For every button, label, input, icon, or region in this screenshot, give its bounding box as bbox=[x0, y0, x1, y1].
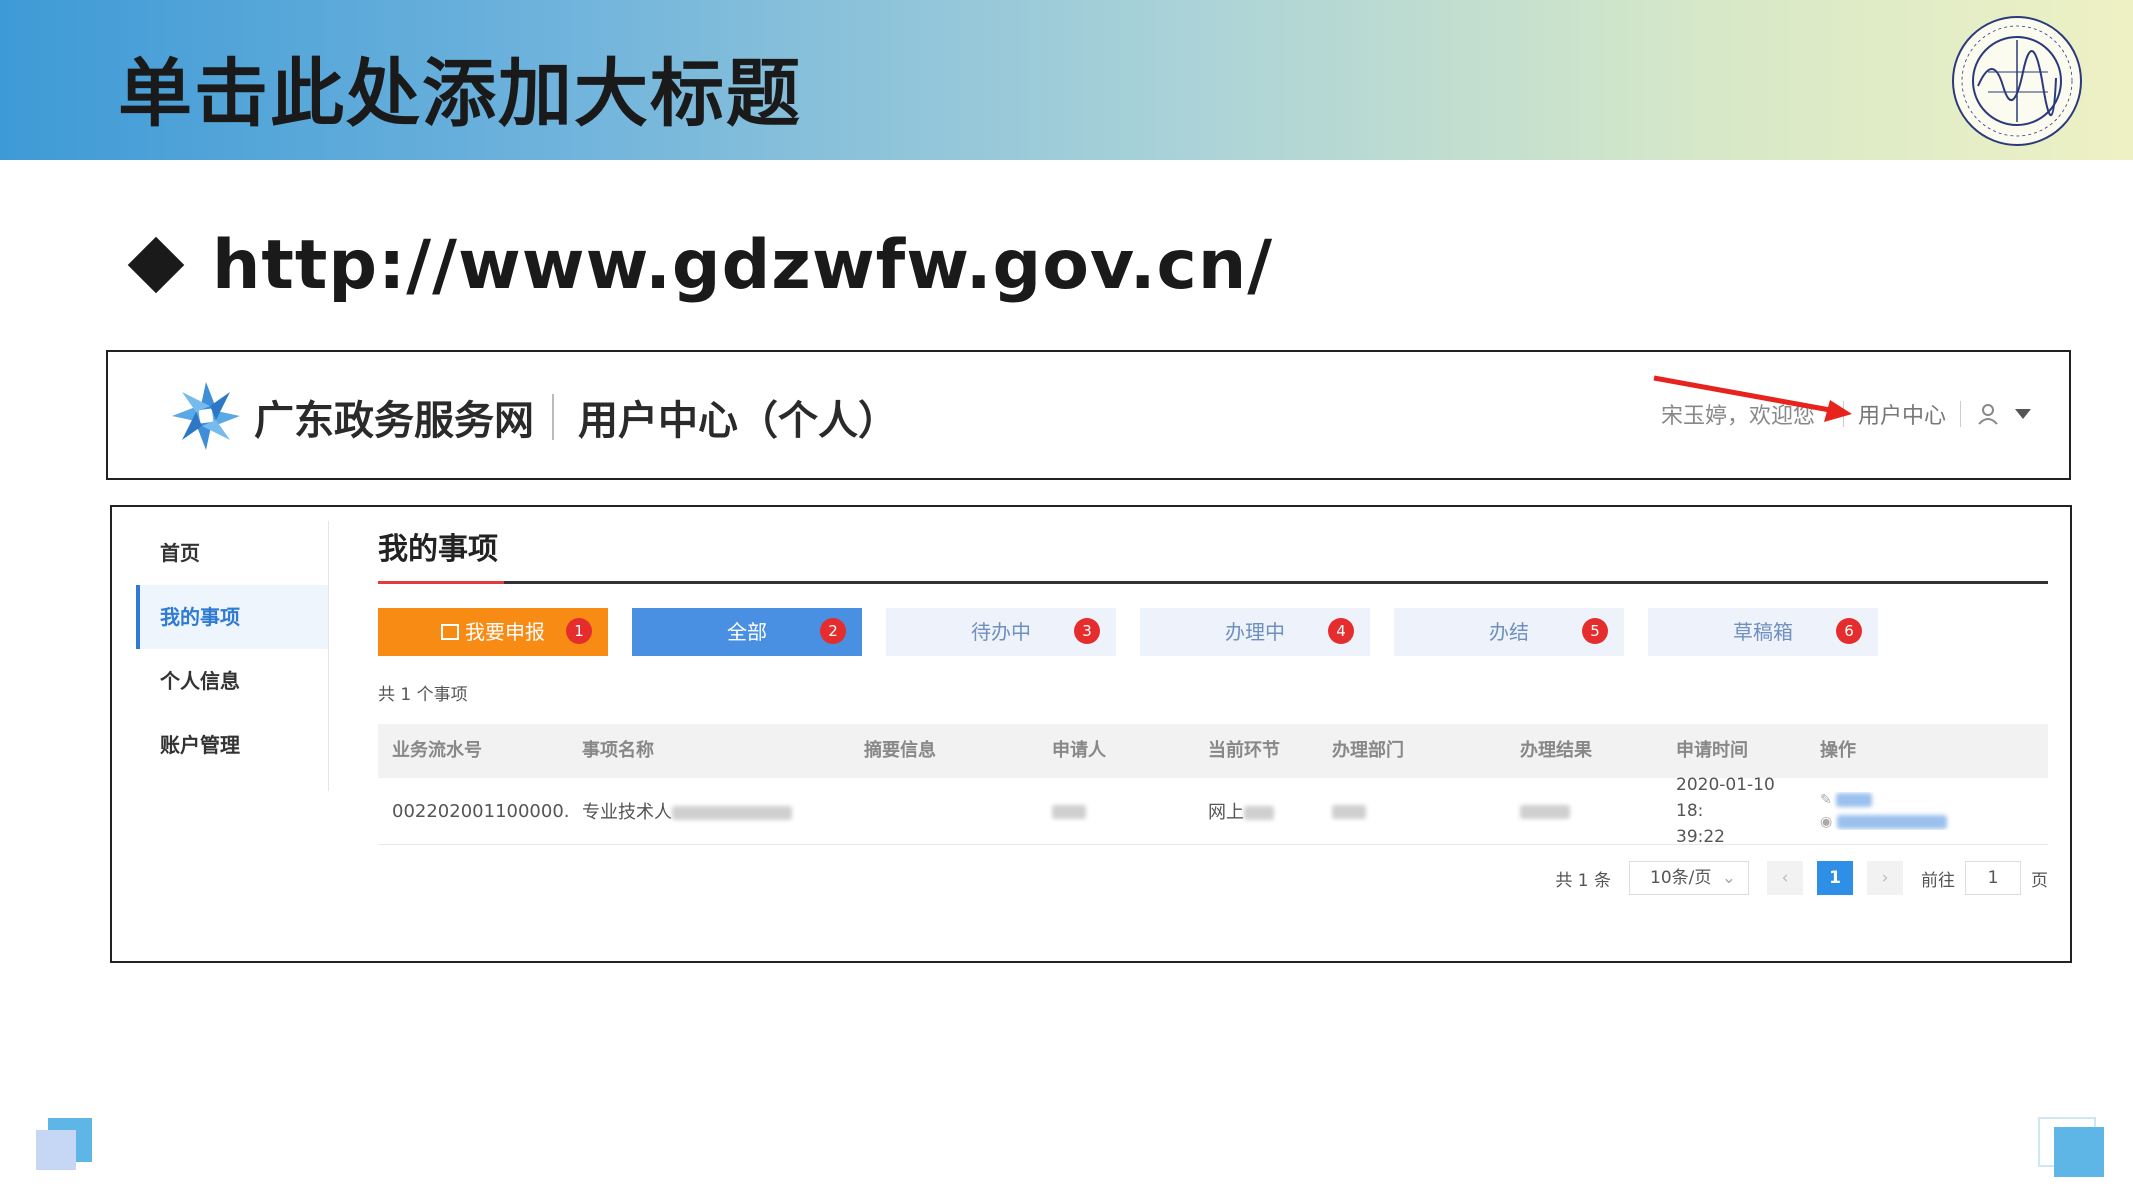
redacted-text bbox=[1520, 804, 1570, 819]
chevron-down-icon: ⌄ bbox=[1721, 868, 1736, 888]
tab-label: 我要申报 bbox=[465, 620, 545, 644]
page-size-value: 10条/页 bbox=[1650, 868, 1712, 888]
briefcase-icon bbox=[441, 624, 459, 640]
column-header: 当前环节 bbox=[1208, 740, 1280, 761]
tab-label: 办结 bbox=[1489, 620, 1529, 644]
redacted-text bbox=[1332, 804, 1366, 819]
goto-label: 前往 bbox=[1921, 870, 1955, 891]
pinwheel-logo-icon bbox=[172, 382, 240, 450]
table-header: 业务流水号 事项名称 摘要信息 申请人 当前环节 办理部门 办理结果 申请时间 … bbox=[378, 724, 2048, 778]
tab-label: 待办中 bbox=[971, 620, 1031, 644]
tab-drafts[interactable]: 草稿箱 6 bbox=[1648, 608, 1878, 656]
divider bbox=[1960, 401, 1961, 427]
decor-square bbox=[36, 1130, 76, 1170]
column-header: 摘要信息 bbox=[864, 740, 936, 761]
tab-pending[interactable]: 待办中 3 bbox=[886, 608, 1116, 656]
column-header: 事项名称 bbox=[582, 740, 654, 761]
sidebar-item-home[interactable]: 首页 bbox=[136, 521, 328, 585]
actions-cell: ✎ ◉ bbox=[1806, 792, 2048, 830]
apply-time-cell: 2020-01-10 18: 39:22 bbox=[1662, 772, 1806, 850]
column-header: 申请时间 bbox=[1676, 740, 1748, 761]
url-text[interactable]: http://www.gdzwfw.gov.cn/ bbox=[212, 226, 1273, 305]
edit-action[interactable]: ✎ bbox=[1820, 792, 2048, 808]
chevron-down-icon[interactable] bbox=[2015, 409, 2031, 419]
current-step-text: 网上 bbox=[1208, 802, 1244, 823]
site-subtitle: 用户中心（个人） bbox=[578, 398, 898, 444]
column-header: 申请人 bbox=[1052, 740, 1106, 761]
title-underline bbox=[378, 581, 2048, 584]
slide-title[interactable]: 单击此处添加大标题 bbox=[118, 34, 802, 141]
page-title: 我的事项 bbox=[378, 532, 498, 567]
decor-square bbox=[2054, 1127, 2104, 1177]
red-arrow-annotation bbox=[1653, 375, 1852, 422]
diamond-bullet-icon bbox=[127, 236, 185, 294]
column-header: 办理结果 bbox=[1520, 740, 1592, 761]
tab-label: 办理中 bbox=[1225, 620, 1285, 644]
tab-bar: 我要申报 1 全部 2 待办中 3 办理中 4 办结 5 草稿箱 6 bbox=[378, 608, 2048, 656]
association-seal-logo bbox=[1952, 16, 2082, 146]
column-header: 操作 bbox=[1820, 740, 1856, 761]
redacted-text bbox=[1244, 806, 1274, 820]
content-area: 我的事项 我要申报 1 全部 2 待办中 3 办理中 4 办结 5 草稿箱 6 … bbox=[378, 525, 2048, 895]
tab-completed[interactable]: 办结 5 bbox=[1394, 608, 1624, 656]
pencil-icon: ✎ bbox=[1820, 792, 1832, 808]
apply-clock: 39:22 bbox=[1676, 827, 1725, 847]
redacted-link bbox=[1836, 815, 1947, 829]
tab-apply[interactable]: 我要申报 1 bbox=[378, 608, 608, 656]
tab-badge: 1 bbox=[566, 618, 592, 644]
sidebar: 首页 我的事项 个人信息 账户管理 bbox=[136, 521, 329, 791]
tab-label: 全部 bbox=[727, 620, 767, 644]
item-name-text: 专业技术人 bbox=[582, 802, 672, 823]
header-divider bbox=[552, 394, 554, 440]
tab-badge: 6 bbox=[1836, 618, 1862, 644]
site-name[interactable]: 广东政务服务网 bbox=[254, 388, 534, 446]
slide-header: 单击此处添加大标题 bbox=[0, 0, 2133, 160]
tab-label: 草稿箱 bbox=[1733, 620, 1793, 644]
next-page-button[interactable]: › bbox=[1867, 861, 1903, 895]
tab-processing[interactable]: 办理中 4 bbox=[1140, 608, 1370, 656]
item-name: 专业技术人 bbox=[568, 798, 850, 824]
apply-date: 2020-01-10 18: bbox=[1676, 775, 1775, 821]
page-size-select[interactable]: 10条/页 ⌄ bbox=[1629, 861, 1749, 895]
tab-all[interactable]: 全部 2 bbox=[632, 608, 862, 656]
item-count: 共 1 个事项 bbox=[378, 685, 468, 705]
table-row[interactable]: 002202001100000... 专业技术人 网上 2020-01-10 1… bbox=[378, 775, 2048, 847]
pagination: 共 1 条 10条/页 ⌄ ‹ 1 › 前往 1 页 bbox=[378, 861, 2048, 895]
applicant-cell bbox=[1038, 801, 1194, 822]
sidebar-item-my-items[interactable]: 我的事项 bbox=[136, 585, 328, 649]
tab-badge: 5 bbox=[1582, 618, 1608, 644]
current-step-cell: 网上 bbox=[1194, 798, 1318, 824]
sidebar-item-account[interactable]: 账户管理 bbox=[136, 713, 328, 777]
redacted-text bbox=[1052, 804, 1086, 819]
column-header: 业务流水号 bbox=[392, 740, 482, 761]
department-cell bbox=[1318, 801, 1506, 822]
total-count: 共 1 条 bbox=[1555, 870, 1611, 891]
user-center-link[interactable]: 用户中心 bbox=[1858, 398, 1946, 430]
sidebar-item-personal-info[interactable]: 个人信息 bbox=[136, 649, 328, 713]
page-button-current[interactable]: 1 bbox=[1817, 861, 1853, 895]
column-header: 办理部门 bbox=[1332, 740, 1404, 761]
goto-page-input[interactable]: 1 bbox=[1965, 861, 2021, 895]
redacted-text bbox=[672, 806, 792, 820]
eye-icon: ◉ bbox=[1820, 814, 1833, 830]
prev-page-button[interactable]: ‹ bbox=[1767, 861, 1803, 895]
view-action[interactable]: ◉ bbox=[1820, 814, 2048, 830]
items-table: 业务流水号 事项名称 摘要信息 申请人 当前环节 办理部门 办理结果 申请时间 … bbox=[378, 724, 2048, 847]
result-cell bbox=[1506, 801, 1662, 822]
tab-badge: 4 bbox=[1328, 618, 1354, 644]
person-icon[interactable] bbox=[1975, 401, 2001, 427]
url-line: http://www.gdzwfw.gov.cn/ bbox=[127, 225, 1273, 305]
redacted-link bbox=[1836, 793, 1873, 807]
main-panel: 首页 我的事项 个人信息 账户管理 我的事项 我要申报 1 全部 2 待办中 3… bbox=[110, 505, 2072, 963]
serial-number: 002202001100000... bbox=[392, 800, 568, 822]
page-suffix: 页 bbox=[2031, 870, 2048, 891]
tab-badge: 2 bbox=[820, 618, 846, 644]
tab-badge: 3 bbox=[1074, 618, 1100, 644]
